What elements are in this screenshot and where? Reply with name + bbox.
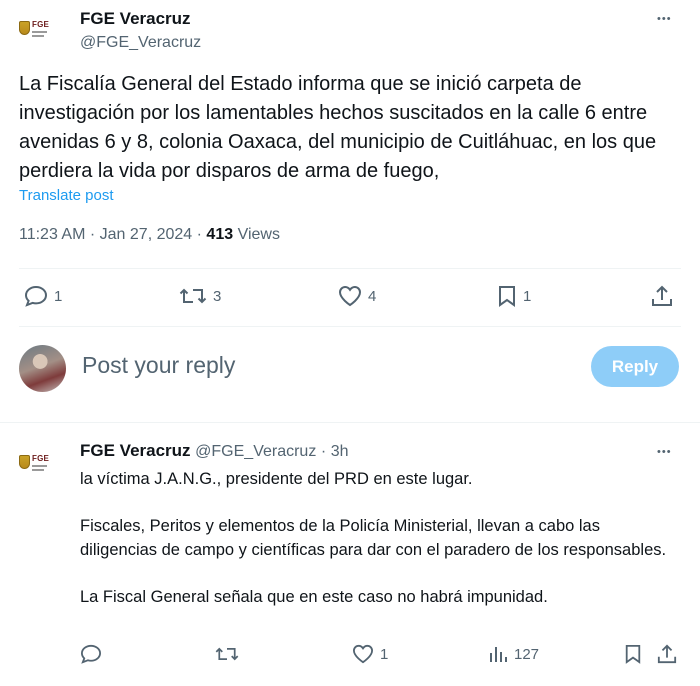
comment-icon	[80, 644, 102, 664]
like-action[interactable]: 4	[338, 285, 376, 307]
repost-icon	[179, 288, 207, 304]
divider	[19, 268, 681, 269]
reply-action[interactable]: 1	[24, 285, 62, 307]
bookmark-icon	[499, 286, 515, 307]
section-divider	[0, 422, 700, 423]
reply-paragraph: Fiscales, Peritos y elementos de la Poli…	[80, 517, 667, 559]
heart-icon	[338, 285, 362, 307]
reply-input[interactable]: Post your reply	[82, 352, 235, 379]
reply-like-count: 1	[380, 645, 389, 663]
tweet-meta: 11:23 AM · Jan 27, 2024 · 413 Views	[19, 226, 280, 243]
views-label: Views	[237, 226, 280, 243]
author-name[interactable]: FGE Veracruz	[80, 9, 191, 29]
tweet-time[interactable]: 11:23 AM	[19, 226, 85, 243]
reply-views-count: 127	[514, 645, 540, 663]
user-avatar[interactable]	[19, 345, 66, 392]
bookmark-action[interactable]: 1	[497, 285, 531, 307]
reply-like-action[interactable]: 1	[352, 644, 388, 664]
views-count: 413	[206, 226, 234, 243]
tweet-date[interactable]: Jan 27, 2024	[100, 226, 193, 243]
repost-count: 3	[213, 287, 222, 305]
avatar-logo-text: FGE	[32, 20, 50, 29]
reply-count: 1	[54, 287, 63, 305]
translate-post-link[interactable]: Translate post	[19, 187, 114, 204]
more-options-icon[interactable]: •••	[657, 14, 672, 25]
heart-icon	[352, 644, 374, 664]
reply-share-action[interactable]	[657, 644, 677, 664]
share-action[interactable]	[651, 285, 673, 307]
repost-action[interactable]: 3	[179, 285, 221, 307]
coat-of-arms-icon	[19, 21, 30, 35]
reply-author-handle[interactable]: @FGE_Veracruz	[195, 443, 316, 460]
reply-author-avatar[interactable]: FGE	[19, 451, 50, 479]
reply-header: FGE Veracruz @FGE_Veracruz · 3h	[80, 441, 349, 461]
share-icon	[652, 285, 672, 306]
avatar-logo-text: FGE	[32, 454, 50, 463]
reply-author-name[interactable]: FGE Veracruz	[80, 441, 191, 460]
comment-icon	[24, 285, 48, 307]
reply-more-options-icon[interactable]: •••	[657, 447, 672, 458]
coat-of-arms-icon	[19, 455, 30, 469]
reply-repost-action[interactable]	[215, 644, 239, 664]
repost-icon	[215, 647, 239, 661]
divider	[19, 326, 681, 327]
share-icon	[657, 644, 677, 664]
like-count: 4	[368, 287, 377, 305]
reply-bookmark-action[interactable]	[624, 644, 642, 664]
reply-button[interactable]: Reply	[591, 346, 679, 387]
bookmark-icon	[625, 645, 641, 664]
reply-text: la víctima J.A.N.G., presidente del PRD …	[80, 467, 680, 632]
author-avatar[interactable]: FGE	[19, 17, 50, 45]
analytics-icon	[490, 647, 507, 662]
reply-paragraph: La Fiscal General señala que en este cas…	[80, 588, 548, 606]
reply-time[interactable]: · 3h	[321, 443, 349, 460]
reply-views-action[interactable]: 127	[488, 644, 539, 664]
author-handle[interactable]: @FGE_Veracruz	[80, 34, 201, 52]
bookmark-count: 1	[523, 287, 532, 305]
reply-paragraph: la víctima J.A.N.G., presidente del PRD …	[80, 470, 473, 488]
reply-reply-action[interactable]	[80, 644, 102, 664]
tweet-text: La Fiscalía General del Estado informa q…	[19, 73, 657, 182]
